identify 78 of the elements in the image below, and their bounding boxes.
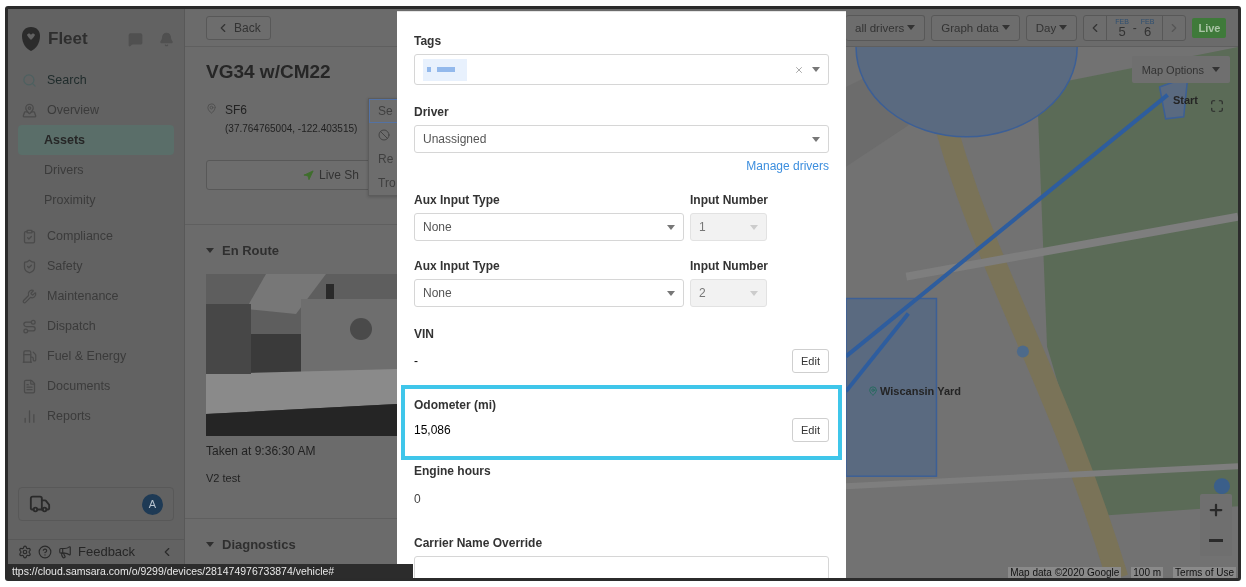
- photo-caption: Taken at 9:36:30 AM: [206, 444, 317, 458]
- toolbar-dropdown[interactable]: Day: [1025, 14, 1078, 41]
- caret-icon: [907, 25, 916, 30]
- field-label: Aux Input Type: [414, 259, 501, 273]
- shield-icon: [22, 258, 37, 274]
- field-label: Engine hours: [414, 464, 492, 478]
- terms-link[interactable]: Terms of Use: [1173, 567, 1236, 578]
- field-value: -: [414, 354, 418, 368]
- caret-icon: [206, 542, 214, 547]
- field-label: Input Number: [690, 193, 768, 207]
- clipboard-icon: [22, 228, 37, 244]
- bar-chart-icon: [22, 408, 37, 424]
- fuel-pump-icon: [22, 348, 37, 364]
- caret-icon: [1212, 67, 1220, 72]
- note-text: V2 test: [206, 472, 242, 484]
- map-pin-icon: [22, 102, 37, 118]
- tag-chip[interactable]: [423, 58, 467, 81]
- map-pin-icon: [206, 103, 217, 114]
- nav-item[interactable]: Assets: [18, 125, 174, 155]
- caret-icon: [750, 224, 758, 230]
- select-field[interactable]: None: [414, 213, 684, 241]
- fullscreen-icon[interactable]: [1210, 99, 1224, 113]
- caret-icon: [1059, 25, 1068, 30]
- field-label: Input Number: [690, 259, 768, 273]
- select-field[interactable]: None: [414, 279, 684, 307]
- redacted-tag-icon: [427, 67, 457, 72]
- toolbar-dropdown[interactable]: Graph data: [931, 14, 1020, 41]
- help-icon[interactable]: [38, 544, 52, 559]
- route-icon: [22, 318, 37, 334]
- settings-icon[interactable]: [18, 544, 32, 559]
- live-button[interactable]: Live: [1192, 17, 1227, 38]
- url-tooltip: ttps://cloud.samsara.com/o/9299/devices/281474976733874/vehicle#: [8, 564, 413, 578]
- field-label: Aux Input Type: [414, 193, 501, 207]
- clear-icon[interactable]: [794, 64, 804, 75]
- section-title[interactable]: En Route: [222, 243, 280, 258]
- map-pin-icon: [868, 386, 878, 396]
- navigation-icon: [303, 169, 314, 181]
- field-label: Odometer (mi): [414, 398, 497, 412]
- wrench-icon: [22, 288, 37, 304]
- caret-icon: [206, 248, 214, 253]
- feedback-link[interactable]: Feedback: [78, 544, 154, 559]
- vehicle-title: VG34 w/CM22: [206, 61, 332, 83]
- map-scale: 100 m: [1131, 567, 1164, 578]
- megaphone-icon[interactable]: [58, 544, 72, 559]
- field-label: Carrier Name Override: [414, 536, 544, 550]
- field-label: Driver: [414, 105, 450, 119]
- map-marker-label: Start: [1172, 94, 1198, 106]
- truck-icon: [29, 493, 51, 515]
- caret-icon: [812, 136, 820, 142]
- search-field[interactable]: Search: [18, 65, 174, 95]
- avatar[interactable]: A: [142, 493, 163, 515]
- manage-drivers-link[interactable]: Manage drivers: [746, 159, 829, 173]
- tags-select[interactable]: [414, 54, 829, 85]
- field-value: 15,086: [414, 423, 451, 437]
- field-label: Tags: [414, 34, 443, 48]
- coordinates: (37.764765004, -122.403515): [225, 123, 358, 134]
- map-marker-label: Wiscansin Yard: [868, 385, 961, 397]
- logo-icon: [22, 27, 40, 51]
- minus-icon: [1209, 539, 1223, 542]
- edit-button[interactable]: Edit: [792, 418, 829, 442]
- account-card[interactable]: A: [18, 487, 174, 521]
- edit-button[interactable]: Edit: [792, 349, 829, 373]
- location-name: SF6: [225, 103, 248, 117]
- select-field[interactable]: Unassigned: [414, 125, 829, 153]
- section-title[interactable]: Diagnostics: [222, 537, 296, 552]
- caret-icon: [667, 224, 675, 230]
- caret-icon: [667, 290, 675, 296]
- map-attribution: Map data ©2020 Google: [1008, 567, 1122, 578]
- document-icon: [22, 378, 37, 394]
- map-options-button[interactable]: Map Options: [1131, 56, 1230, 83]
- caret-icon: [750, 290, 758, 296]
- blocked-icon[interactable]: [378, 129, 390, 141]
- back-button[interactable]: Back: [206, 15, 271, 40]
- field-value: 0: [414, 492, 422, 506]
- caret-icon: [812, 67, 820, 72]
- caret-icon: [1001, 25, 1010, 30]
- field-label: VIN: [414, 327, 435, 341]
- input-field[interactable]: [414, 556, 829, 578]
